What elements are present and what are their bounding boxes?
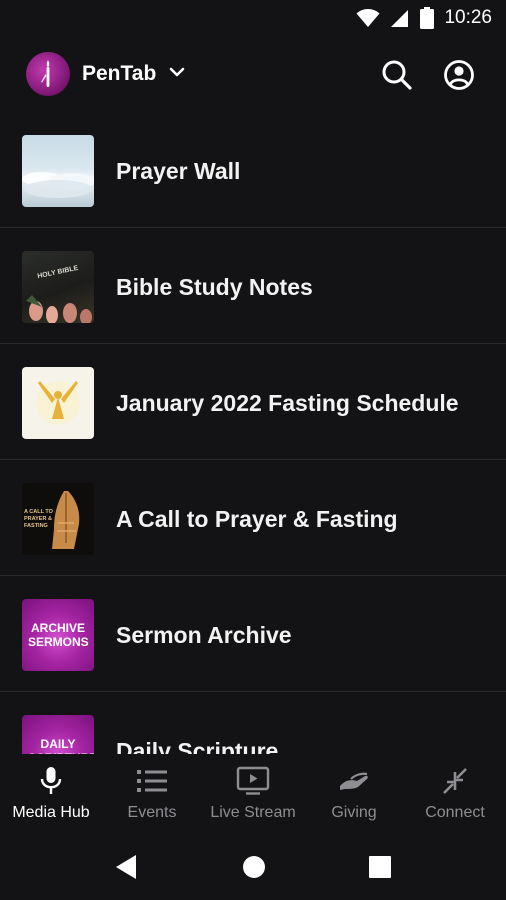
archive-sermons-image: ARCHIVE SERMONS — [22, 599, 94, 671]
daily-scriptures-image: DAILY SCRIPTURES — [22, 715, 94, 754]
battery-icon — [420, 7, 435, 29]
system-nav-bar — [0, 840, 506, 900]
bottom-nav: Media Hub Events Live Stream Giving Conn… — [0, 754, 506, 840]
chevron-down-icon[interactable] — [168, 66, 186, 80]
media-list: Prayer Wall HOLY BIBLE Bible Study Notes — [0, 112, 506, 754]
list-item-bible-study-notes[interactable]: HOLY BIBLE Bible Study Notes — [0, 228, 506, 344]
list-item-prayer-wall[interactable]: Prayer Wall — [0, 112, 506, 228]
home-icon[interactable] — [242, 855, 266, 879]
praying-hands-image: A CALL TO PRAYER & FASTING — [22, 483, 94, 555]
nav-label: Events — [127, 804, 177, 821]
list-icon — [137, 770, 167, 792]
thumb-text: ARCHIVE SERMONS — [28, 621, 89, 649]
connect-arrows-icon — [443, 768, 467, 794]
tulips-graphic — [26, 295, 92, 323]
nav-label: Media Hub — [12, 804, 90, 821]
microphone-icon — [40, 767, 62, 794]
cell-signal-icon — [391, 10, 409, 27]
app-header: PenTab — [0, 36, 506, 112]
app-logo[interactable] — [26, 52, 70, 96]
list-item-call-to-prayer[interactable]: A CALL TO PRAYER & FASTING A Call to Pra… — [0, 460, 506, 576]
list-item-label: Daily Scripture — [116, 738, 279, 754]
account-icon[interactable] — [442, 58, 476, 92]
nav-label: Live Stream — [210, 804, 296, 821]
raised-hands-image — [22, 367, 94, 439]
nav-live-stream[interactable]: Live Stream — [203, 754, 303, 840]
search-icon[interactable] — [380, 58, 414, 92]
clouds-graphic — [22, 172, 94, 198]
nav-media-hub[interactable]: Media Hub — [1, 754, 101, 840]
status-icons: 10:26 — [356, 6, 492, 30]
tv-play-icon — [236, 766, 270, 795]
list-item-label: Sermon Archive — [116, 622, 292, 648]
bible-image: HOLY BIBLE — [22, 251, 94, 323]
nav-giving[interactable]: Giving — [304, 754, 404, 840]
list-item-label: Bible Study Notes — [116, 274, 313, 300]
giving-hand-icon — [340, 772, 368, 790]
back-icon[interactable] — [114, 854, 138, 880]
list-item-label: Prayer Wall — [116, 158, 241, 184]
thumb-text: DAILY SCRIPTURES — [28, 737, 94, 754]
list-item-sermon-archive[interactable]: ARCHIVE SERMONS Sermon Archive — [0, 576, 506, 692]
list-item-label: January 2022 Fasting Schedule — [116, 390, 459, 416]
clouds-image — [22, 135, 94, 207]
nav-connect[interactable]: Connect — [405, 754, 505, 840]
status-time: 10:26 — [444, 7, 492, 28]
flame-figure-icon — [41, 60, 50, 87]
list-item-fasting-schedule[interactable]: January 2022 Fasting Schedule — [0, 344, 506, 460]
raised-hands-graphic — [36, 381, 80, 425]
screen: 10:26 PenTab Prayer Wall HOLY BIBLE Bibl… — [0, 0, 506, 900]
status-bar: 10:26 — [0, 0, 506, 36]
nav-label: Connect — [425, 804, 485, 821]
nav-events[interactable]: Events — [102, 754, 202, 840]
list-item-label: A Call to Prayer & Fasting — [116, 506, 398, 532]
app-title[interactable]: PenTab — [82, 62, 156, 86]
recents-icon[interactable] — [369, 856, 391, 878]
praying-hands-graphic — [52, 491, 80, 549]
wifi-icon — [356, 9, 380, 27]
nav-label: Giving — [331, 804, 377, 821]
list-item-daily-scripture[interactable]: DAILY SCRIPTURES Daily Scripture — [0, 692, 506, 754]
